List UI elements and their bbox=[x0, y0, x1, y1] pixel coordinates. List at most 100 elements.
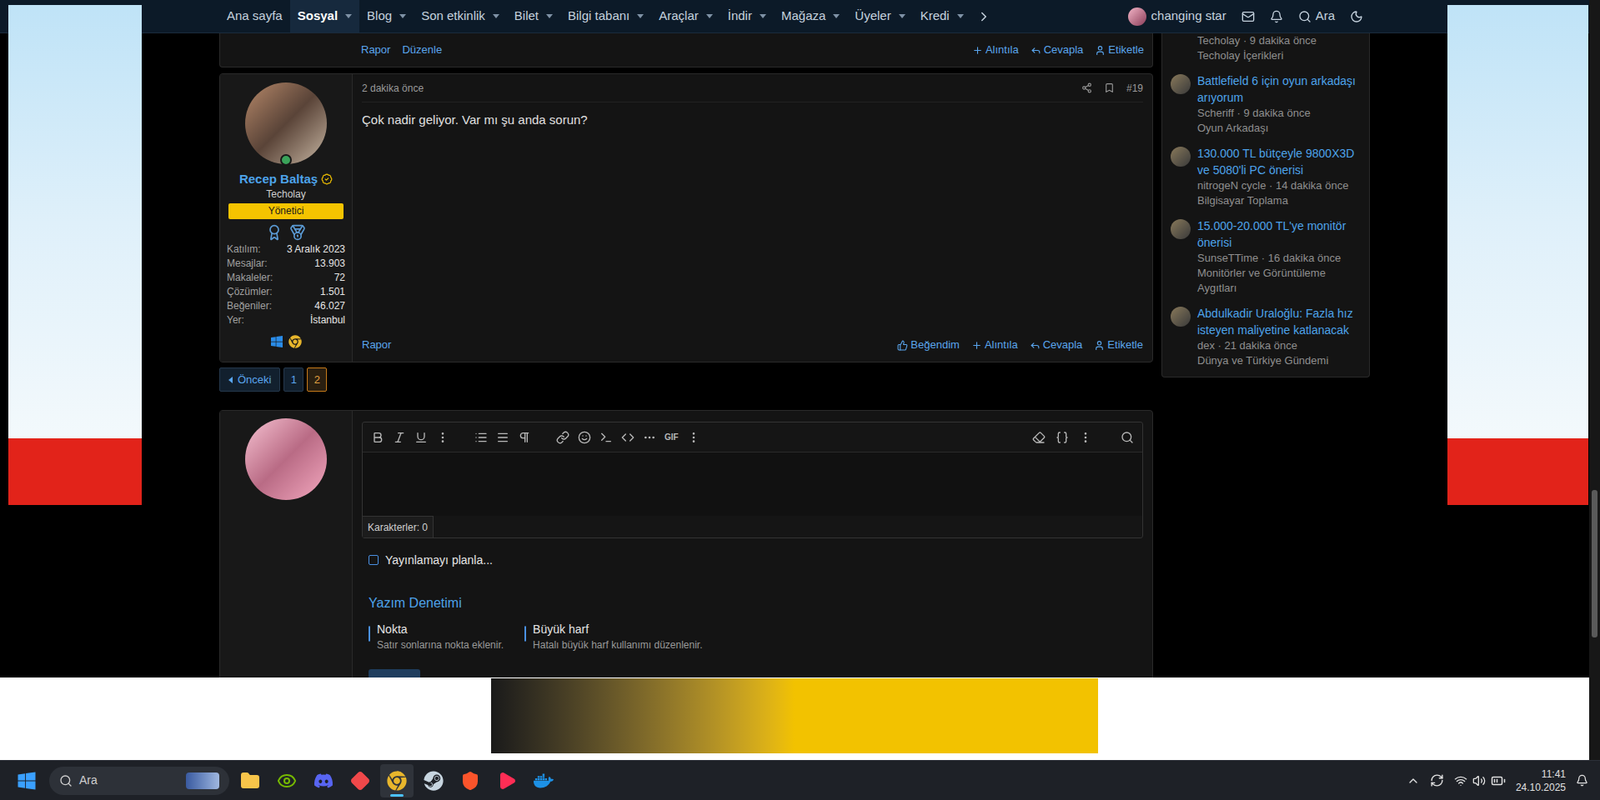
nav-item[interactable]: Blog bbox=[359, 0, 414, 33]
post-time[interactable]: 2 dakika önce bbox=[361, 80, 424, 96]
taskbar-app[interactable] bbox=[343, 764, 377, 798]
chevron-up-icon[interactable] bbox=[1406, 774, 1420, 788]
nav-item[interactable]: İndir bbox=[720, 0, 774, 33]
nav-item[interactable]: Sosyal bbox=[290, 0, 360, 33]
taskbar-app[interactable] bbox=[380, 764, 414, 798]
author-avatar[interactable] bbox=[245, 82, 327, 165]
sidebar-item[interactable]: 130.000 TL bütçeyle 9800X3D ve 5080'li P… bbox=[1170, 145, 1361, 209]
nav-item[interactable]: Araçlar bbox=[651, 0, 721, 33]
stat-row: Yer:İstanbul bbox=[226, 313, 346, 328]
post-action[interactable]: Alıntıla bbox=[971, 336, 1019, 354]
thread-category[interactable]: Dünya ve Türkiye Gündemi bbox=[1197, 353, 1361, 369]
thread-title[interactable]: Abdulkadir Uraloğlu: Fazla hız isteyen m… bbox=[1197, 305, 1361, 339]
taskbar-app[interactable] bbox=[233, 764, 267, 798]
clock[interactable]: 11:4124.10.2025 bbox=[1515, 767, 1566, 795]
checkbox[interactable] bbox=[524, 626, 527, 643]
sidebar-item[interactable]: Battlefield 6 için oyun arkadaşı arıyoru… bbox=[1170, 72, 1361, 136]
search-button[interactable]: Ara bbox=[1298, 6, 1335, 26]
character-count: Karakterler: 0 bbox=[362, 516, 434, 538]
user-menu[interactable]: changing star bbox=[1128, 6, 1227, 26]
post-link[interactable]: Düzenle bbox=[401, 41, 442, 59]
start-button[interactable] bbox=[10, 764, 44, 798]
sidebar-item[interactable]: Abdulkadir Uraloğlu: Fazla hız isteyen m… bbox=[1170, 305, 1361, 369]
page-button[interactable]: 1 bbox=[283, 367, 304, 392]
bold-icon[interactable] bbox=[371, 431, 385, 445]
moon-icon[interactable] bbox=[1349, 10, 1364, 24]
report-link[interactable]: Rapor bbox=[361, 336, 392, 354]
share-icon[interactable] bbox=[1081, 82, 1093, 94]
checkbox[interactable] bbox=[368, 626, 371, 643]
more-icon[interactable] bbox=[1078, 431, 1093, 445]
banner-advertisement[interactable] bbox=[491, 678, 1099, 754]
thread-title[interactable]: Battlefield 6 için oyun arkadaşı arıyoru… bbox=[1197, 72, 1361, 106]
italic-icon[interactable] bbox=[392, 431, 407, 445]
taskbar-app[interactable] bbox=[306, 764, 341, 798]
editor-area[interactable] bbox=[362, 452, 1143, 517]
medal-icon[interactable] bbox=[289, 224, 306, 241]
scrollbar-thumb[interactable] bbox=[1591, 490, 1598, 638]
post-action[interactable]: Etiketle bbox=[1093, 336, 1144, 354]
scrollbar[interactable] bbox=[1589, 0, 1600, 761]
underline-icon[interactable] bbox=[414, 431, 428, 445]
sidebar-item[interactable]: Techolay · 9 dakika önceTecholay İçerikl… bbox=[1170, 33, 1361, 64]
post-action[interactable]: Alıntıla bbox=[972, 41, 1019, 59]
taskbar-app[interactable] bbox=[453, 764, 487, 798]
checkbox[interactable] bbox=[368, 555, 379, 566]
more-icon[interactable] bbox=[436, 431, 450, 445]
post-action[interactable]: Cevapla bbox=[1030, 41, 1084, 59]
author-name[interactable]: Recep Baltaş bbox=[239, 170, 333, 188]
nav-item[interactable]: Son etkinlik bbox=[413, 0, 507, 33]
bell-icon[interactable] bbox=[1269, 10, 1284, 24]
post-link[interactable]: Rapor bbox=[361, 41, 391, 59]
taskbar-app[interactable] bbox=[270, 764, 304, 798]
nav-item[interactable]: Mağaza bbox=[773, 0, 848, 33]
terminal-icon[interactable] bbox=[599, 431, 613, 445]
thread-category[interactable]: Monitörler ve Görüntüleme Aygıtları bbox=[1197, 265, 1361, 296]
spellcheck-option[interactable]: Büyük harfHatalı büyük harf kullanımı dü… bbox=[524, 621, 703, 653]
nav-item[interactable]: Bilgi tabanı bbox=[560, 0, 652, 33]
list-icon[interactable] bbox=[474, 431, 488, 445]
post-action[interactable]: Etiketle bbox=[1094, 41, 1144, 59]
mail-icon[interactable] bbox=[1241, 10, 1255, 24]
sync-icon[interactable] bbox=[1429, 773, 1445, 788]
thread-title[interactable]: 15.000-20.000 TL'ye monitör önerisi bbox=[1197, 217, 1361, 251]
bookmark-icon[interactable] bbox=[1103, 82, 1115, 94]
schedule-option[interactable]: Yayınlamayı planla... bbox=[361, 551, 1144, 569]
code-icon[interactable] bbox=[621, 431, 635, 445]
award-icon[interactable] bbox=[265, 224, 283, 241]
smile-icon[interactable] bbox=[577, 431, 592, 445]
more-icon[interactable] bbox=[687, 431, 701, 445]
thread-category[interactable]: Oyun Arkadaşı bbox=[1197, 120, 1361, 136]
gif-button[interactable]: GIF bbox=[664, 431, 679, 444]
quick-settings[interactable] bbox=[1454, 773, 1506, 789]
bbcode-icon[interactable] bbox=[1055, 431, 1069, 445]
preview-icon[interactable] bbox=[1120, 431, 1134, 445]
paragraph-icon[interactable] bbox=[517, 431, 532, 445]
nav-item[interactable]: Kredi bbox=[912, 0, 972, 33]
previous-page-button[interactable]: Önceki bbox=[219, 367, 281, 392]
post-action[interactable]: Cevapla bbox=[1029, 336, 1084, 354]
thread-category[interactable]: Techolay İçerikleri bbox=[1197, 48, 1317, 64]
notification-icon[interactable] bbox=[1575, 774, 1589, 788]
align-icon[interactable] bbox=[496, 431, 510, 445]
page-button[interactable]: 2 bbox=[306, 367, 327, 392]
right-advertisement[interactable] bbox=[1447, 5, 1589, 506]
left-advertisement[interactable] bbox=[8, 5, 142, 506]
taskbar-app[interactable] bbox=[490, 764, 524, 798]
thread-title[interactable]: 130.000 TL bütçeyle 9800X3D ve 5080'li P… bbox=[1197, 145, 1361, 179]
insert-more-icon[interactable] bbox=[642, 431, 657, 445]
post-number[interactable]: #19 bbox=[1126, 80, 1144, 96]
nav-item[interactable]: Üyeler bbox=[847, 0, 913, 33]
eraser-icon[interactable] bbox=[1032, 431, 1046, 445]
spellcheck-option[interactable]: NoktaSatır sonlarına nokta eklenir. bbox=[368, 621, 504, 653]
thread-category[interactable]: Bilgisayar Toplama bbox=[1197, 193, 1361, 209]
scroll-right-icon[interactable] bbox=[976, 9, 992, 25]
nav-item[interactable]: Ana sayfa bbox=[219, 0, 291, 33]
post-action[interactable]: Beğendim bbox=[897, 336, 960, 354]
taskbar-app[interactable] bbox=[416, 764, 451, 798]
sidebar-item[interactable]: 15.000-20.000 TL'ye monitör önerisiSunse… bbox=[1170, 217, 1361, 296]
taskbar-search[interactable]: Ara bbox=[49, 767, 230, 796]
link-icon[interactable] bbox=[556, 431, 570, 445]
taskbar-app[interactable] bbox=[526, 764, 561, 798]
nav-item[interactable]: Bilet bbox=[506, 0, 561, 33]
